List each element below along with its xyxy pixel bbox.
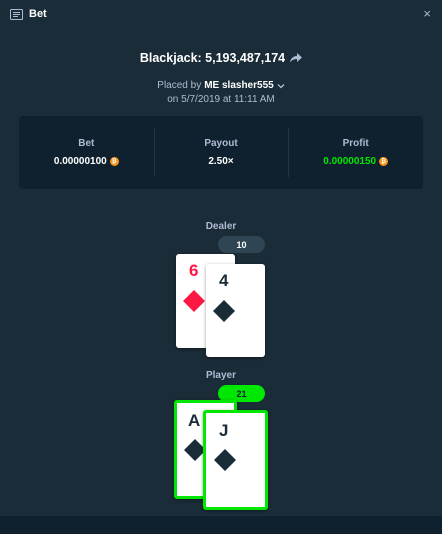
bet-title: Blackjack: 5,193,487,174 — [0, 51, 442, 65]
placed-by-prefix: Placed by — [157, 80, 202, 91]
spade-suit-icon — [214, 449, 236, 471]
dealer-card-2-rank: 4 — [218, 271, 229, 290]
modal-titlebar: Bet × — [0, 0, 442, 28]
stat-profit-value-row: 0.00000150 ₿ — [323, 156, 389, 167]
player-card-2-rank: J — [218, 421, 229, 440]
share-icon[interactable] — [290, 53, 303, 63]
close-icon[interactable]: × — [423, 7, 431, 20]
player-label: Player — [205, 370, 237, 381]
diamond-suit-icon — [183, 290, 205, 312]
placed-by: Placed by ME slasher555 — [0, 80, 442, 91]
stat-bet-value-row: 0.00000100 ₿ — [54, 156, 119, 167]
dealer-card-2: 4 — [206, 264, 265, 357]
chevron-down-icon[interactable] — [277, 83, 285, 89]
stat-profit: Profit 0.00000150 ₿ — [288, 116, 423, 189]
modal-footer — [0, 516, 442, 534]
dealer-total-badge: 10 — [218, 236, 265, 253]
stat-profit-label: Profit — [342, 138, 369, 149]
stat-payout-value: 2.50× — [208, 156, 234, 167]
stat-payout: Payout 2.50× — [153, 116, 289, 189]
dealer-label: Dealer — [205, 221, 237, 232]
ticket-icon — [10, 8, 23, 20]
spade-suit-icon — [213, 300, 235, 322]
stat-profit-value: 0.00000150 — [323, 156, 377, 167]
bitcoin-icon: ₿ — [379, 157, 389, 166]
stat-payout-label: Payout — [204, 138, 238, 149]
modal-title: Bet — [29, 8, 47, 20]
username-link[interactable]: ME slasher555 — [204, 80, 274, 91]
bet-title-text: Blackjack: 5,193,487,174 — [139, 51, 286, 65]
bet-date: on 5/7/2019 at 11:11 AM — [167, 94, 275, 105]
player-card-2: J — [203, 410, 268, 510]
stat-bet-label: Bet — [78, 138, 95, 149]
bitcoin-icon: ₿ — [109, 157, 119, 166]
bet-stats-panel: Bet 0.00000100 ₿ Payout 2.50× Profit 0.0… — [19, 116, 423, 189]
stat-bet: Bet 0.00000100 ₿ — [19, 116, 154, 189]
stat-bet-value: 0.00000100 — [53, 156, 107, 167]
